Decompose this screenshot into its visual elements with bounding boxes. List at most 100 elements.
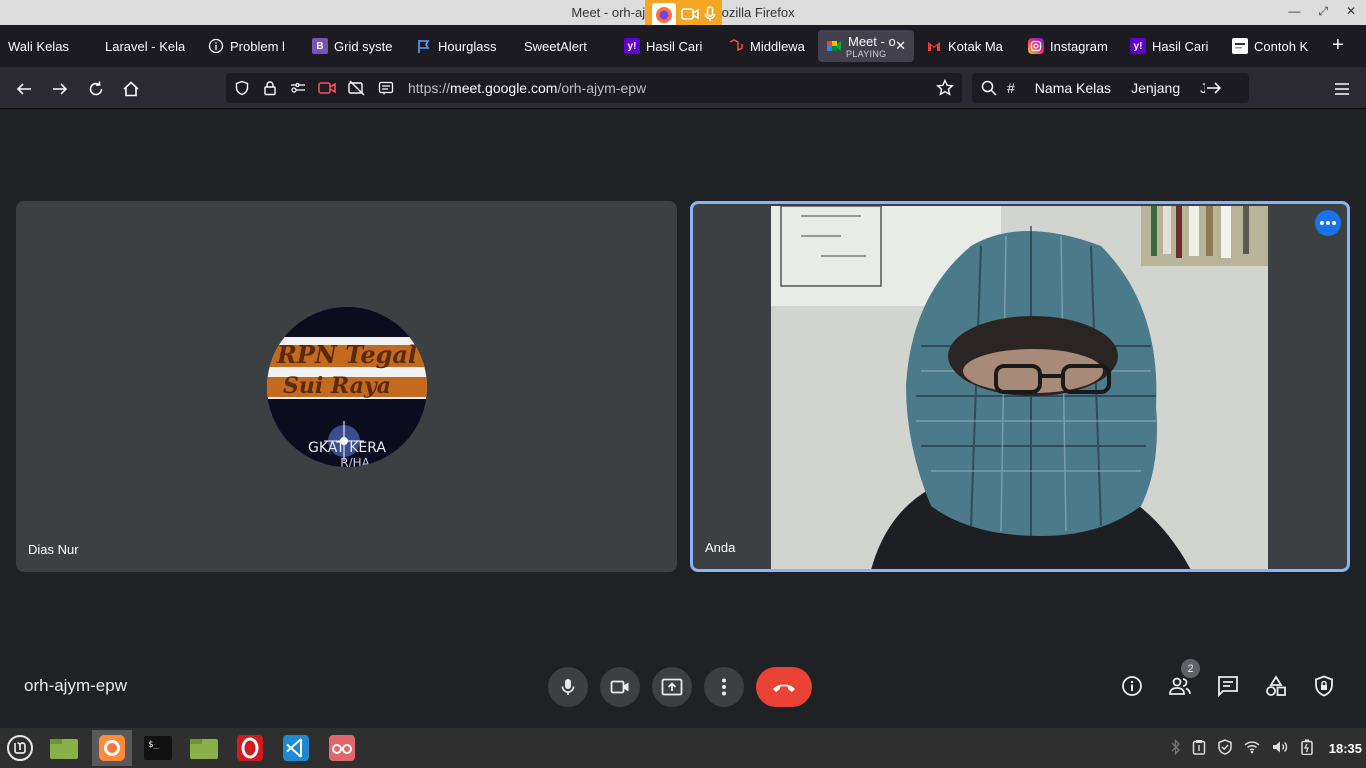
activities-button[interactable] <box>1264 674 1288 698</box>
tab-meet-active[interactable]: Meet - o PLAYING ✕ <box>818 30 914 62</box>
hamburger-menu-icon <box>1335 83 1349 95</box>
navigation-toolbar: https://meet.google.com/orh-ajym-epw # N… <box>0 67 1366 109</box>
more-horizontal-icon <box>1320 221 1336 225</box>
reload-button[interactable] <box>83 76 109 102</box>
volume-icon[interactable] <box>1271 739 1289 758</box>
wifi-icon[interactable] <box>1244 740 1260 757</box>
meeting-details-button[interactable] <box>1120 674 1144 698</box>
avatar-text-line2: Sui Raya <box>283 373 391 399</box>
taskbar-meld[interactable] <box>322 730 362 766</box>
instagram-icon <box>1028 38 1044 54</box>
new-tab-button[interactable]: + <box>1326 30 1356 62</box>
plus-icon: + <box>1332 33 1344 56</box>
tab-problem[interactable]: Problem l <box>200 30 304 62</box>
reader-view-icon[interactable] <box>378 80 394 96</box>
camera-button[interactable] <box>600 667 640 707</box>
system-tray: 18:35 <box>1171 728 1366 768</box>
url-bar[interactable]: https://meet.google.com/orh-ajym-epw <box>226 73 962 103</box>
bookmark-star-icon[interactable] <box>936 78 954 100</box>
back-button[interactable] <box>11 76 37 102</box>
lock-icon[interactable] <box>262 80 278 96</box>
tab-wali-kelas[interactable]: Wali Kelas <box>0 30 93 62</box>
search-go-icon[interactable] <box>1205 79 1223 97</box>
tab-grid-system[interactable]: B Grid syste <box>304 30 408 62</box>
home-button[interactable] <box>118 76 144 102</box>
gmail-icon <box>926 38 942 54</box>
taskbar-show-desktop[interactable] <box>44 730 84 766</box>
tab-label: Hourglass <box>438 38 497 54</box>
search-bar[interactable]: # Nama Kelas Jenjang Ju <box>972 73 1249 103</box>
glasses-app-icon <box>329 735 355 761</box>
app-menu-button[interactable] <box>1329 76 1355 102</box>
tile-more-options-button[interactable] <box>1315 210 1341 236</box>
minimize-icon[interactable]: — <box>1288 4 1300 19</box>
mic-sharing-icon[interactable] <box>704 5 716 25</box>
search-text: Nama Kelas <box>1034 80 1112 96</box>
more-options-button[interactable] <box>704 667 744 707</box>
window-titlebar: Meet - orh-ajym-epw — Mozilla Firefox — … <box>0 0 1366 30</box>
tab-label: Wali Kelas <box>8 38 69 54</box>
microphone-icon <box>561 679 575 695</box>
tab-label: Hasil Cari <box>1152 38 1209 54</box>
call-end-icon <box>773 684 795 692</box>
meeting-controls-bar: orh-ajym-epw 2 <box>0 656 1366 722</box>
microphone-button[interactable] <box>548 667 588 707</box>
maximize-icon[interactable]: ⤢ <box>1318 4 1328 19</box>
tab-hasil-cari-2[interactable]: y! Hasil Cari <box>1122 30 1224 62</box>
tab-label: Laravel - Kela <box>105 38 186 54</box>
tracking-shield-icon[interactable] <box>234 80 250 96</box>
taskbar-terminal[interactable]: $_ <box>138 730 178 766</box>
battery-icon[interactable] <box>1300 739 1314 758</box>
present-screen-button[interactable] <box>652 667 692 707</box>
tab-hasil-cari-1[interactable]: y! Hasil Cari <box>616 30 720 62</box>
close-icon[interactable]: ✕ <box>1346 4 1356 19</box>
participant-tile-self[interactable]: Anda <box>690 201 1350 572</box>
people-count-badge: 2 <box>1181 659 1200 678</box>
folder-icon <box>190 739 218 759</box>
folder-icon <box>50 739 78 759</box>
info-icon <box>208 38 224 54</box>
tab-hourglass[interactable]: Hourglass <box>408 30 512 62</box>
chat-icon <box>1218 676 1238 697</box>
autoplay-blocked-icon[interactable] <box>348 80 366 96</box>
avatar-text-line3: GKAT KERA <box>308 440 386 456</box>
info-icon <box>1122 676 1142 696</box>
tab-kotak-masuk[interactable]: Kotak Ma <box>918 30 1020 62</box>
bootstrap-icon: B <box>312 38 328 54</box>
chat-button[interactable] <box>1216 674 1240 698</box>
participant-tile-dias-nur[interactable]: RPN Tegal Sui Raya GKAT KERA R/HA Dias N… <box>16 201 677 572</box>
tab-strip: Wali Kelas Laravel - Kela Problem l B Gr… <box>0 25 1366 67</box>
back-arrow-icon <box>16 83 31 95</box>
tab-contoh[interactable]: Contoh K <box>1224 30 1326 62</box>
clipboard-icon[interactable] <box>1192 739 1206 758</box>
taskbar-firefox[interactable] <box>92 730 132 766</box>
participant-name: Anda <box>705 540 736 555</box>
start-menu-button[interactable] <box>0 730 40 766</box>
tab-label: Contoh K <box>1254 38 1309 54</box>
taskbar-opera[interactable] <box>230 730 270 766</box>
taskbar-vscode[interactable] <box>276 730 316 766</box>
leave-call-button[interactable] <box>756 667 812 707</box>
tab-middleware[interactable]: Middlewa <box>720 30 814 62</box>
permissions-icon[interactable] <box>290 80 306 96</box>
camera-sharing-icon[interactable] <box>680 7 699 24</box>
participant-avatar: RPN Tegal Sui Raya GKAT KERA R/HA <box>267 307 427 467</box>
close-tab-icon[interactable]: ✕ <box>895 38 906 54</box>
tab-label: Hasil Cari <box>646 38 703 54</box>
tab-laravel-kelas[interactable]: Laravel - Kela <box>93 30 200 62</box>
forward-button[interactable] <box>47 76 73 102</box>
tab-label: SweetAlert <box>524 38 587 54</box>
tab-sweetalert[interactable]: SweetAlert <box>512 30 616 62</box>
os-taskbar: $_ 18:35 <box>0 728 1366 768</box>
system-clock[interactable]: 18:35 <box>1329 741 1362 756</box>
reload-icon <box>89 81 103 96</box>
yahoo-icon: y! <box>624 38 640 54</box>
more-vertical-icon <box>722 678 726 696</box>
bluetooth-icon[interactable] <box>1171 738 1181 758</box>
host-controls-button[interactable] <box>1312 674 1336 698</box>
url-host: meet.google.com <box>450 80 558 96</box>
tab-instagram[interactable]: Instagram <box>1020 30 1122 62</box>
taskbar-files[interactable] <box>184 730 224 766</box>
update-shield-icon[interactable] <box>1217 738 1233 758</box>
camera-in-use-icon[interactable] <box>318 80 336 96</box>
